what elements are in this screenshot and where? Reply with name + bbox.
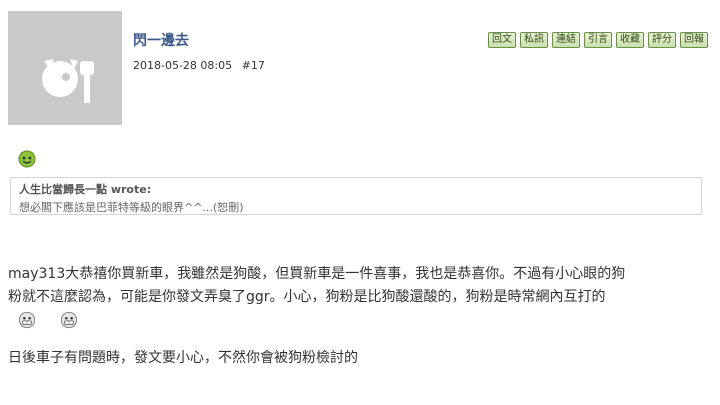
username-link[interactable]: 閃一邊去: [133, 30, 189, 50]
post-line-3: 日後車子有問題時，發文要小心，不然你會被狗粉檢討的: [8, 350, 358, 366]
quote-block: 人生比當歸長一點 wrote: 想必閣下應該是巴菲特等級的眼界^^...(恕刪): [10, 177, 702, 215]
link-button[interactable]: 連結: [552, 32, 580, 48]
post-content: may313大恭禧你買新車，我雖然是狗酸，但買新車是一件喜事，我也是恭喜你。不過…: [8, 263, 708, 370]
bookmark-button[interactable]: 收藏: [616, 32, 644, 48]
quote-text: 想必閣下應該是巴菲特等級的眼界^^...(恕刪): [19, 201, 244, 214]
green-devil-emoji-icon: [17, 148, 37, 172]
quote-author: 人生比當歸長一點 wrote:: [19, 183, 152, 196]
post-number[interactable]: #17: [242, 59, 265, 72]
reply-button[interactable]: 回文: [488, 32, 516, 48]
post-timestamp: 2018-05-28 08:05: [133, 59, 233, 72]
post-line-1: may313大恭禧你買新車，我雖然是狗酸，但買新車是一件喜事，我也是恭喜你。不過…: [8, 266, 626, 282]
post-line-2: 粉就不這麼認為，可能是你發文弄臭了ggr。小心，狗粉是比狗酸還酸的，狗粉是時常網…: [8, 289, 606, 305]
emoji-row: [8, 311, 708, 329]
post-meta: 2018-05-28 08:05 #17: [133, 59, 271, 72]
default-avatar-icon: [42, 59, 94, 103]
grinning-emoji-icon: [18, 311, 36, 329]
private-message-button[interactable]: 私訊: [520, 32, 548, 48]
report-button[interactable]: 回報: [680, 32, 708, 48]
grinning-emoji-icon: [60, 311, 78, 329]
post-action-bar: 回文 私訊 連結 引言 收藏 評分 回報: [488, 32, 708, 48]
avatar[interactable]: [8, 11, 122, 125]
rate-button[interactable]: 評分: [648, 32, 676, 48]
quote-button[interactable]: 引言: [584, 32, 612, 48]
